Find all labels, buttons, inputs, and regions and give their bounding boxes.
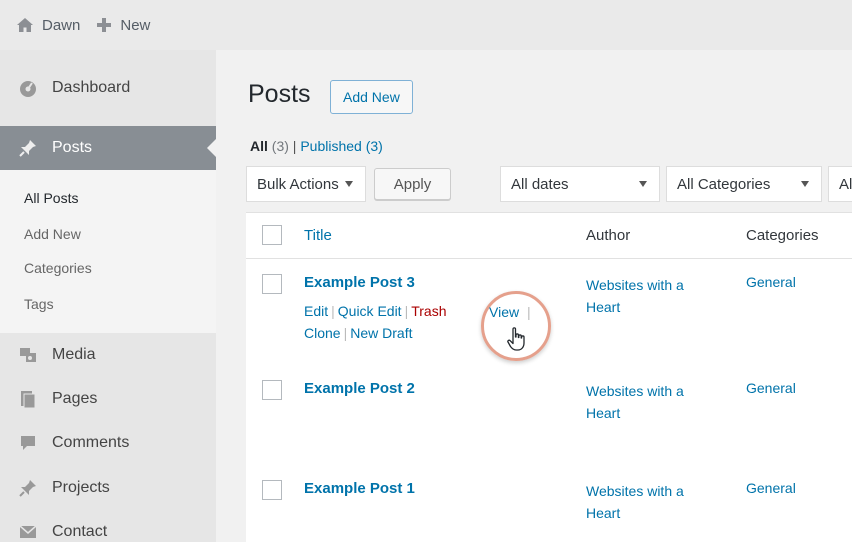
column-categories: Categories [746, 227, 819, 244]
extra-filter-select[interactable]: Al [828, 166, 852, 202]
page-title: Posts [248, 80, 311, 108]
views-separator: | [292, 138, 297, 154]
site-name-link[interactable]: Dawn [16, 17, 80, 34]
category-filter-select[interactable]: All Categories [666, 166, 822, 202]
table-row: Example Post 2 Websites with a Heart Gen… [246, 360, 852, 450]
trash-link[interactable]: Trash [411, 303, 446, 319]
bulk-actions-select[interactable]: Bulk Actions [246, 166, 366, 202]
author-link[interactable]: Websites with a Heart [586, 380, 726, 424]
date-filter-select[interactable]: All dates [500, 166, 660, 202]
submenu-add-new[interactable]: Add New [24, 226, 81, 242]
posts-table: Title Author Categories Example Post 3 E… [246, 212, 852, 542]
view-published-count: (3) [365, 138, 383, 154]
bulk-actions-value: Bulk Actions [257, 175, 339, 193]
new-label: New [120, 16, 151, 34]
author-line: Heart [586, 299, 621, 315]
mail-icon [18, 522, 38, 542]
view-published-label: Published [300, 138, 362, 154]
select-all-checkbox[interactable] [262, 225, 282, 245]
author-link[interactable]: Websites with a Heart [586, 480, 726, 524]
site-name: Dawn [42, 16, 81, 34]
view-link[interactable]: View [489, 304, 519, 320]
posts-submenu: All Posts Add New Categories Tags [0, 170, 216, 333]
view-all-count: (3) [271, 138, 289, 154]
sidebar-item-label: Comments [52, 434, 130, 451]
sidebar-item-pages[interactable]: Pages [0, 377, 216, 421]
hand-pointer-icon [507, 327, 525, 351]
new-draft-link[interactable]: New Draft [350, 325, 412, 341]
column-author: Author [586, 227, 631, 244]
media-icon [18, 345, 38, 365]
row-actions: Edit | Quick Edit | Trash Clone | New Draft [304, 303, 447, 341]
post-title-link[interactable]: Example Post 2 [304, 380, 415, 397]
quick-edit-link[interactable]: Quick Edit [338, 303, 402, 319]
table-row: Example Post 1 Websites with a Heart Gen… [246, 450, 852, 542]
clone-link[interactable]: Clone [304, 325, 341, 341]
sidebar-item-label: Pages [52, 390, 98, 407]
author-line: Heart [586, 505, 621, 521]
view-all-label: All [250, 138, 268, 154]
new-content-link[interactable]: New [96, 17, 150, 34]
sidebar-item-projects[interactable]: Projects [0, 466, 216, 510]
row-checkbox[interactable] [262, 274, 282, 294]
sidebar-item-label: Media [52, 346, 96, 363]
sidebar-item-contact[interactable]: Contact [0, 510, 216, 542]
apply-button[interactable]: Apply [374, 168, 451, 200]
date-filter-value: All dates [511, 175, 569, 193]
row-checkbox[interactable] [262, 380, 282, 400]
submenu-tags[interactable]: Tags [24, 296, 54, 312]
post-status-views: All (3) | Published (3) [250, 138, 383, 154]
row-checkbox[interactable] [262, 480, 282, 500]
add-new-button[interactable]: Add New [330, 80, 413, 114]
chevron-down-icon [345, 181, 353, 187]
author-line: Websites with a [586, 383, 684, 399]
author-line: Heart [586, 405, 621, 421]
comment-icon [18, 433, 38, 453]
category-filter-value: All Categories [677, 175, 771, 193]
view-separator: | [527, 304, 531, 320]
view-all-link[interactable]: All (3) [250, 138, 289, 154]
home-icon [17, 18, 33, 32]
column-title[interactable]: Title [304, 227, 332, 244]
sidebar-item-label: Posts [52, 139, 93, 156]
category-link[interactable]: General [746, 480, 796, 496]
pages-icon [18, 389, 38, 409]
sidebar-item-label: Contact [52, 523, 108, 540]
admin-bar: Dawn New [0, 0, 852, 50]
view-published-link[interactable]: Published (3) [300, 138, 383, 154]
pin-icon [18, 478, 38, 498]
author-line: Websites with a [586, 483, 684, 499]
dashboard-icon [18, 78, 38, 98]
edit-link[interactable]: Edit [304, 303, 328, 319]
author-link[interactable]: Websites with a Heart [586, 274, 726, 318]
plus-icon [97, 18, 112, 32]
sidebar-item-posts[interactable]: Posts [0, 126, 216, 170]
sidebar-item-media[interactable]: Media [0, 333, 216, 377]
sidebar-item-dashboard[interactable]: Dashboard [0, 66, 216, 110]
category-link[interactable]: General [746, 380, 796, 396]
author-line: Websites with a [586, 277, 684, 293]
sidebar-item-comments[interactable]: Comments [0, 421, 216, 465]
chevron-down-icon [801, 181, 809, 187]
post-title-link[interactable]: Example Post 3 [304, 274, 415, 291]
sidebar-item-label: Projects [52, 479, 110, 496]
sidebar-item-label: Dashboard [52, 79, 131, 96]
table-row: Example Post 3 Edit | Quick Edit | Trash Clo… [246, 260, 852, 360]
post-title-link[interactable]: Example Post 1 [304, 480, 415, 497]
submenu-categories[interactable]: Categories [24, 260, 92, 276]
table-header: Title Author Categories [246, 213, 852, 259]
category-link[interactable]: General [746, 274, 796, 290]
admin-sidebar: Dashboard Posts All Posts Add New Catego… [0, 50, 216, 542]
pin-icon [18, 138, 38, 158]
chevron-down-icon [639, 181, 647, 187]
extra-filter-value: Al [839, 175, 852, 193]
submenu-all-posts[interactable]: All Posts [24, 190, 78, 206]
